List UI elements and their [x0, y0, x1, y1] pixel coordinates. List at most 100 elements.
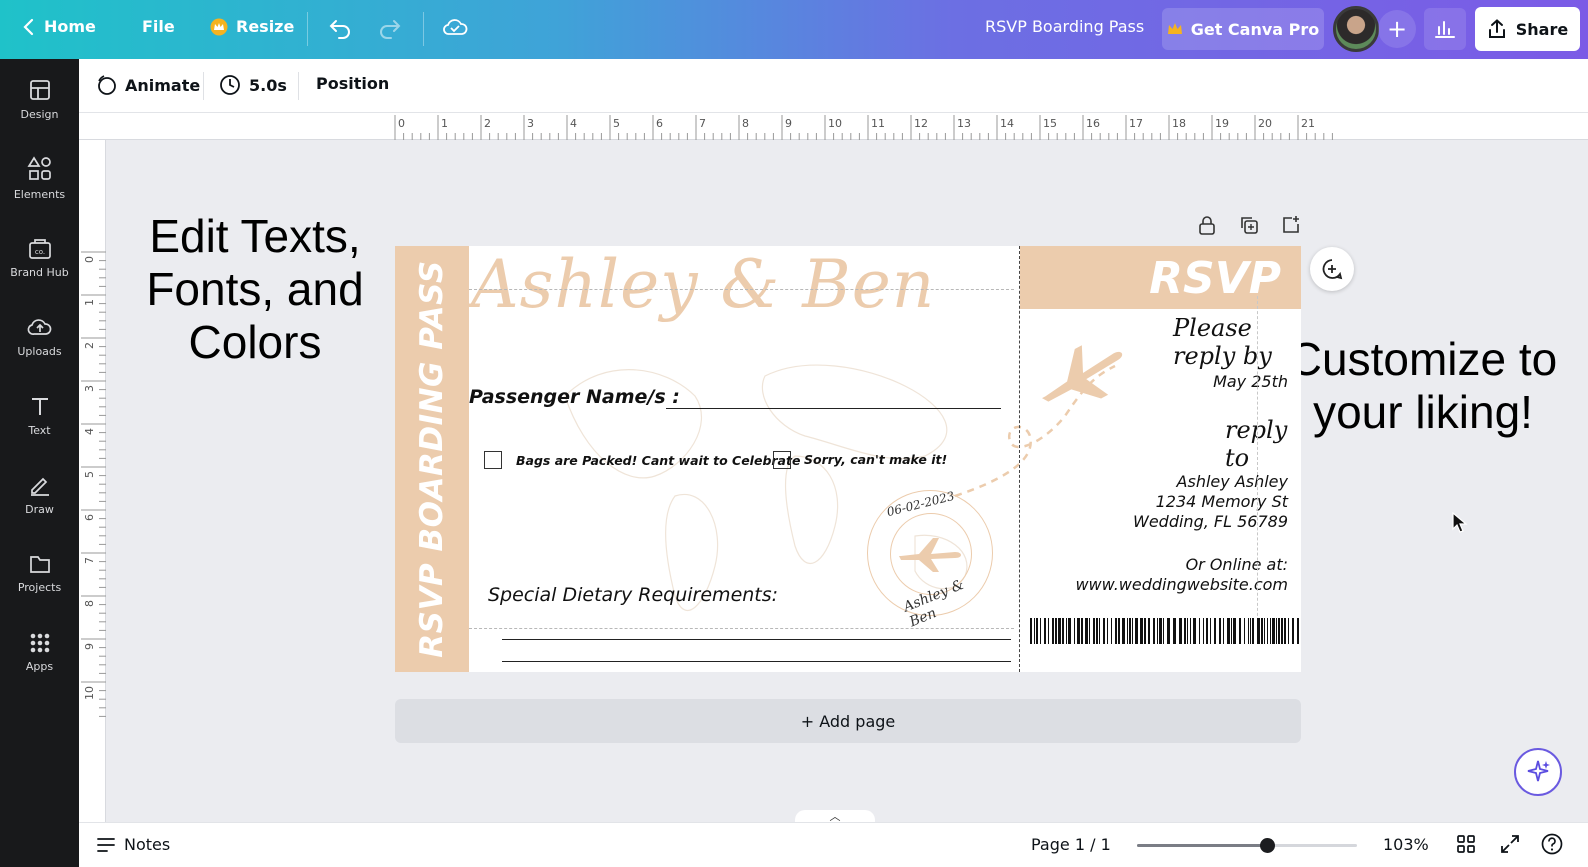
zoom-slider[interactable]	[1137, 838, 1357, 853]
barcode-bar	[1153, 618, 1155, 644]
notes-button[interactable]: Notes	[96, 835, 170, 854]
document-title-text: RSVP Boarding Pass	[985, 17, 1145, 36]
notes-icon	[97, 837, 115, 852]
barcode-bar	[1135, 618, 1138, 644]
barcode-bar	[1187, 618, 1188, 644]
passenger-label[interactable]: Passenger Name/s :	[469, 386, 680, 408]
top-bar: Home File Resize RSVP Boarding Pass Get …	[0, 0, 1588, 59]
sidebar-item-draw[interactable]: Draw	[0, 458, 79, 530]
home-button[interactable]: Home	[22, 17, 96, 36]
attend-checkbox[interactable]	[484, 451, 502, 469]
barcode-bar	[1163, 618, 1164, 644]
crown-icon	[210, 18, 228, 35]
apps-icon	[30, 633, 49, 652]
address-street[interactable]: 1234 Memory St	[1156, 492, 1288, 511]
position-button[interactable]: Position	[316, 74, 389, 93]
get-canva-pro-button[interactable]: Get Canva Pro	[1162, 8, 1324, 50]
add-page-button[interactable]: + Add page	[395, 699, 1301, 743]
sparkle-icon	[1527, 760, 1550, 782]
sidebar-item-text[interactable]: Text	[0, 379, 79, 451]
ruler-number: 2	[484, 117, 491, 130]
page-indicator[interactable]: Page 1 / 1	[1031, 835, 1111, 854]
ruler-number: 12	[914, 117, 928, 130]
barcode-bar	[1257, 618, 1260, 644]
insights-button[interactable]	[1424, 8, 1466, 50]
add-collaborator-button[interactable]: +	[1378, 10, 1416, 48]
barcode-bar	[1055, 618, 1057, 644]
sidebar-item-brand-hub[interactable]: co. Brand Hub	[0, 221, 79, 293]
sidebar-item-apps[interactable]: Apps	[0, 616, 79, 688]
grid-view-button[interactable]	[1456, 834, 1476, 854]
animate-button[interactable]: Animate	[95, 74, 200, 96]
ruler-number: 7	[699, 117, 706, 130]
decline-checkbox[interactable]	[773, 451, 791, 469]
sidebar-item-label: Uploads	[17, 344, 62, 358]
barcode-bar	[1099, 618, 1100, 644]
guide-line	[469, 289, 1014, 290]
add-page-button-icon[interactable]	[1280, 214, 1302, 236]
sidebar-item-design[interactable]: Design	[0, 63, 79, 135]
ruler-number: 6	[83, 514, 96, 521]
ruler-number: 14	[1000, 117, 1014, 130]
dietary-label[interactable]: Special Dietary Requirements:	[488, 584, 778, 606]
zoom-label: 103%	[1383, 835, 1429, 854]
couple-names[interactable]: Ashley & Ben	[471, 246, 935, 323]
duration-button[interactable]: 5.0s	[219, 74, 287, 96]
zoom-level-button[interactable]: 103%	[1383, 835, 1429, 854]
text-icon	[31, 397, 48, 415]
ruler-number: 8	[83, 600, 96, 607]
file-menu[interactable]: File	[142, 17, 175, 36]
sidebar-item-projects[interactable]: Projects	[0, 537, 79, 609]
share-label: Share	[1515, 19, 1569, 39]
barcode-bar	[1184, 618, 1186, 644]
help-button[interactable]	[1541, 833, 1563, 855]
please-reply-script[interactable]: Please reply by	[1173, 314, 1301, 370]
barcode-bar	[1077, 618, 1080, 644]
duplicate-page-button[interactable]	[1238, 214, 1260, 236]
sidebar-item-elements[interactable]: Elements	[0, 142, 79, 214]
ruler-number: 2	[83, 342, 96, 349]
add-page-label: + Add page	[800, 711, 896, 731]
barcode	[1030, 618, 1299, 644]
date-stamp[interactable]: 06-02-2023 Ashley & Ben	[867, 489, 993, 630]
add-comment-button[interactable]	[1310, 247, 1354, 291]
guide-line	[1257, 296, 1258, 636]
cloud-save-button[interactable]	[442, 16, 468, 38]
share-button[interactable]: Share	[1475, 7, 1580, 51]
guide-line	[469, 628, 1014, 629]
magic-assistant-button[interactable]	[1514, 748, 1562, 796]
barcode-bar	[1132, 618, 1133, 644]
address-city[interactable]: Wedding, FL 56789	[1133, 512, 1288, 531]
sidebar: Design Elements co. Brand Hub Uploads Te…	[0, 59, 79, 867]
address-name[interactable]: Ashley Ashley	[1177, 472, 1288, 491]
get-canva-pro-label: Get Canva Pro	[1190, 19, 1320, 39]
fullscreen-button[interactable]	[1500, 834, 1520, 854]
boarding-pass-design[interactable]: RSVP BOARDING PASS Ashley & Ben Passenge…	[395, 246, 1301, 672]
reply-to-script[interactable]: reply to	[1225, 416, 1301, 472]
decline-option-label: Sorry, can't make it!	[804, 452, 948, 467]
zoom-slider-handle[interactable]	[1259, 838, 1275, 853]
redo-button[interactable]	[378, 16, 402, 40]
barcode-bar	[1048, 618, 1049, 644]
document-title[interactable]: RSVP Boarding Pass	[985, 17, 1144, 36]
barcode-bar	[1261, 618, 1263, 644]
resize-button[interactable]: Resize	[210, 17, 294, 36]
online-label[interactable]: Or Online at:	[1186, 555, 1288, 574]
avatar[interactable]	[1333, 6, 1379, 52]
barcode-bar	[1284, 618, 1286, 644]
barcode-bar	[1096, 618, 1098, 644]
customize-heading[interactable]: Customize to your liking!	[1288, 333, 1558, 439]
ruler-number: 6	[656, 117, 663, 130]
barcode-bar	[1203, 618, 1204, 644]
reply-date[interactable]: May 25th	[1213, 372, 1288, 391]
sidebar-item-uploads[interactable]: Uploads	[0, 300, 79, 372]
ruler-ticks: 0 1 2 3 4 5 6 7 8 9 10 11 12 13 14 15 16 17 18 19 20 21	[394, 115, 1333, 140]
barcode-bar	[1239, 618, 1241, 644]
rsvp-title[interactable]: RSVP	[1149, 253, 1281, 304]
undo-button[interactable]	[328, 16, 352, 40]
comment-add-icon	[1322, 259, 1343, 280]
edit-texts-heading[interactable]: Edit Texts, Fonts, and Colors	[140, 210, 370, 369]
barcode-bar	[1233, 618, 1236, 644]
ruler-ticks: 0 1 2 3 4 5 6 7 8 9 10	[81, 251, 106, 717]
lock-button[interactable]	[1196, 214, 1218, 236]
